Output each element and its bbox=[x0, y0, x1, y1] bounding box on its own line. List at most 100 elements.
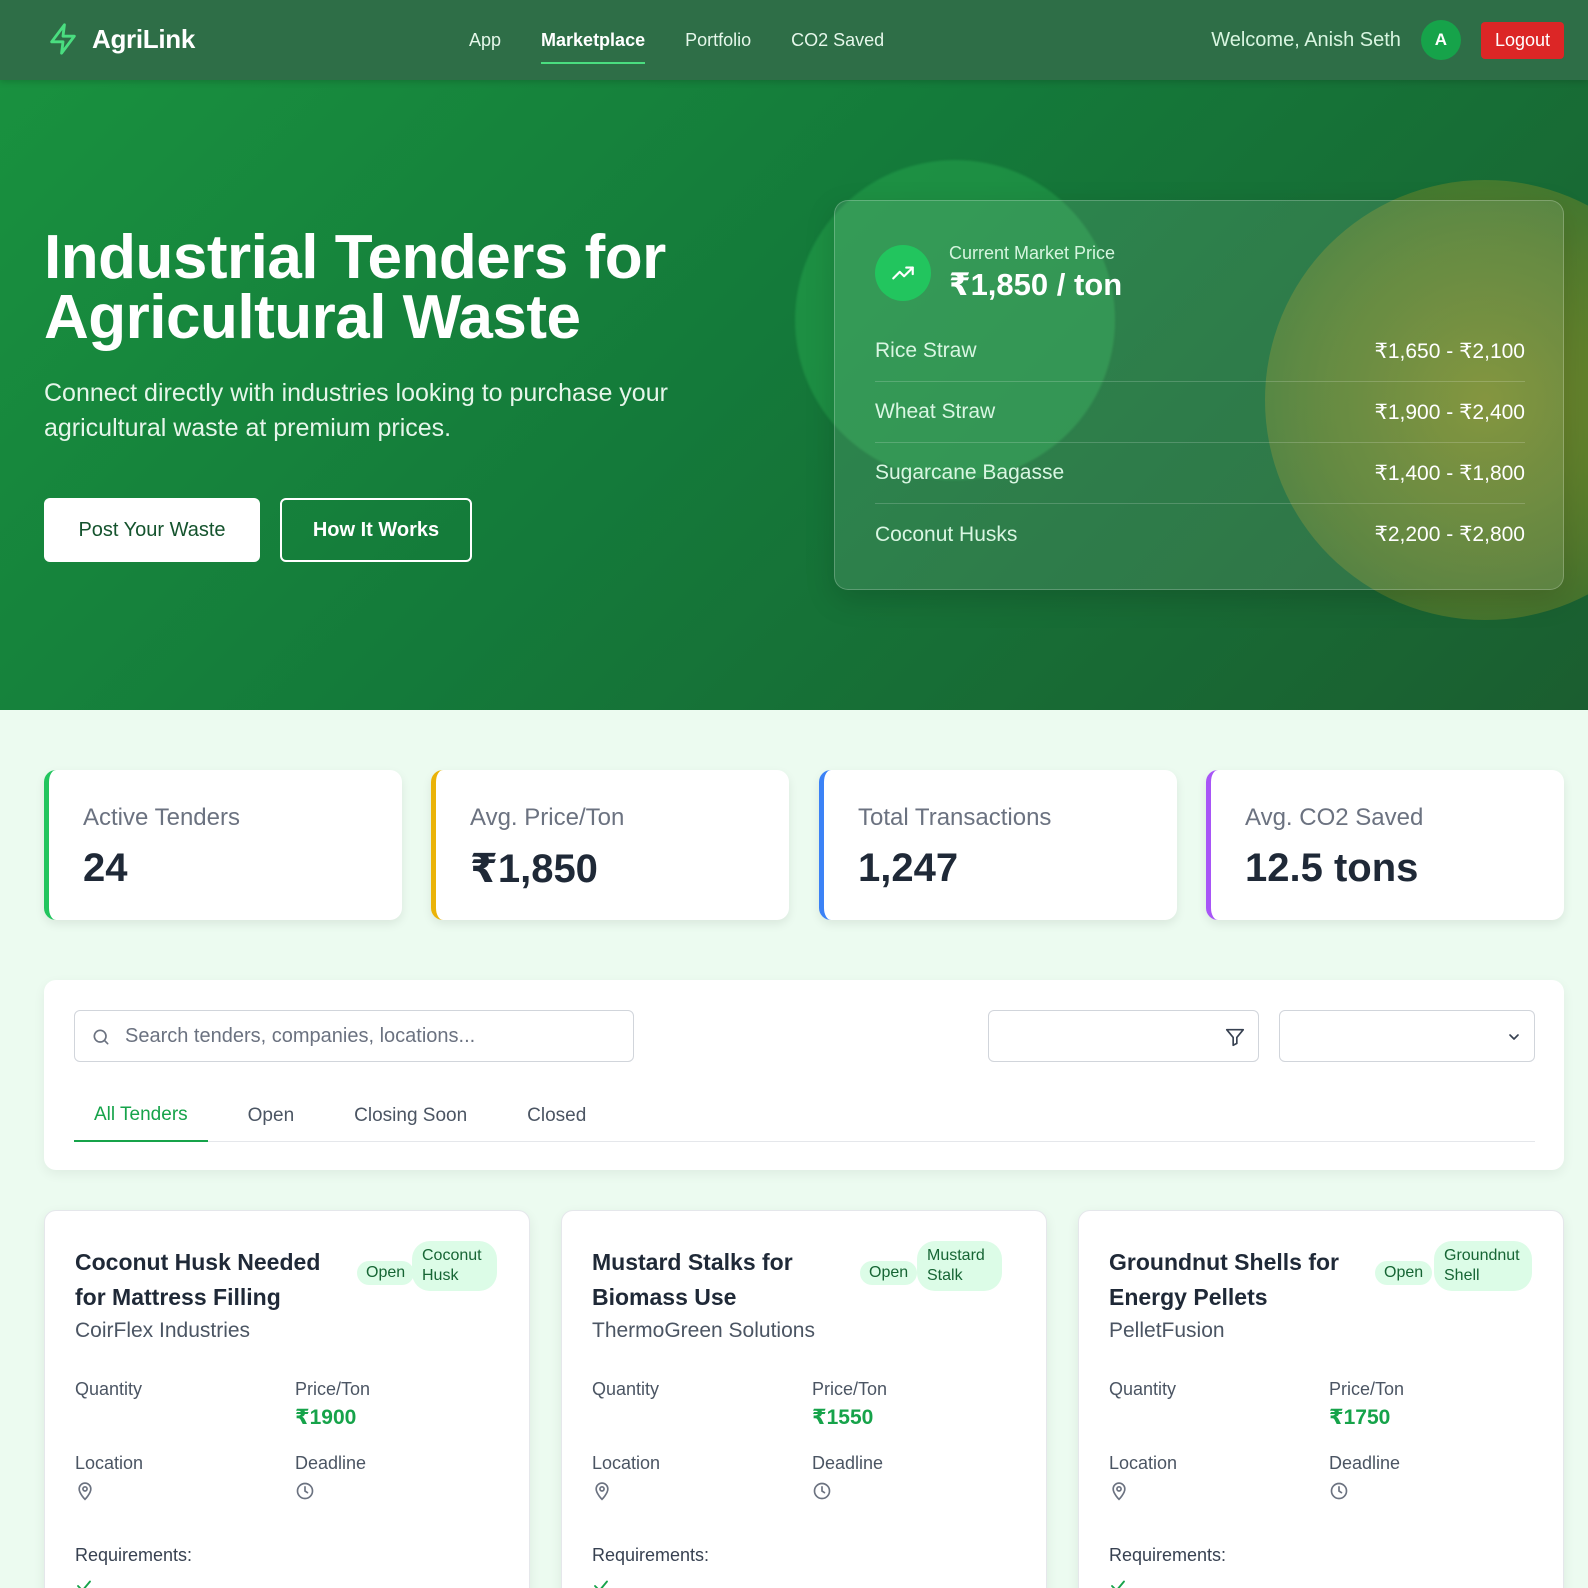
waste-type-badge: Coconut Husk bbox=[412, 1241, 497, 1291]
market-price-label: Current Market Price bbox=[949, 243, 1116, 263]
search-box[interactable] bbox=[74, 1010, 634, 1062]
brand[interactable]: AgriLink bbox=[46, 20, 195, 58]
stat-value: 24 bbox=[83, 846, 128, 890]
price-label: Price/Ton bbox=[812, 1379, 888, 1399]
stat-label: Avg. Price/Ton bbox=[470, 804, 625, 831]
status-badge: Open bbox=[1375, 1261, 1433, 1285]
search-icon bbox=[93, 1029, 109, 1045]
requirements-label: Requirements: bbox=[1109, 1545, 1227, 1565]
hero-title: Industrial Tenders for Agricultural Wast… bbox=[44, 223, 666, 352]
market-price-card: Current Market Price ₹1,850 / ton Rice S… bbox=[834, 200, 1564, 590]
tender-card[interactable]: Groundnut Shells for Energy Pellets Open… bbox=[1078, 1210, 1564, 1588]
stat-value: 12.5 tons bbox=[1245, 846, 1419, 890]
top-navbar: AgriLink App Marketplace Portfolio CO2 S… bbox=[0, 0, 1588, 80]
sort-select[interactable] bbox=[1279, 1010, 1535, 1062]
waste-type: Coconut Husks bbox=[875, 522, 1018, 546]
map-pin-icon bbox=[1112, 1482, 1126, 1501]
map-pin-icon bbox=[595, 1482, 609, 1501]
search-input[interactable] bbox=[125, 1011, 615, 1061]
price-value: ₹1550 bbox=[812, 1406, 874, 1429]
deadline-label: Deadline bbox=[295, 1453, 367, 1473]
brand-name: AgriLink bbox=[92, 23, 196, 54]
waste-type: Rice Straw bbox=[875, 339, 977, 362]
price-value: ₹1900 bbox=[295, 1406, 357, 1429]
location-label: Location bbox=[1109, 1453, 1178, 1473]
check-icon bbox=[1111, 1580, 1125, 1588]
price-range: ₹1,650 - ₹2,100 bbox=[1374, 339, 1526, 363]
tender-title: Coconut Husk Needed for Mattress Filling bbox=[75, 1249, 321, 1310]
quantity-label: Quantity bbox=[75, 1379, 143, 1399]
stat-card-total-transactions: Total Transactions 1,247 bbox=[819, 770, 1177, 920]
chevron-down-icon bbox=[1509, 1034, 1519, 1040]
price-range: ₹2,200 - ₹2,800 bbox=[1374, 523, 1526, 546]
location-label: Location bbox=[592, 1453, 661, 1473]
stat-label: Avg. CO2 Saved bbox=[1245, 804, 1424, 831]
post-waste-button[interactable]: Post Your Waste bbox=[44, 498, 260, 562]
price-row: Rice Straw ₹1,650 - ₹2,100 bbox=[875, 321, 1525, 382]
status-badge: Open bbox=[860, 1261, 918, 1285]
stat-label: Total Transactions bbox=[858, 804, 1052, 831]
price-label: Price/Ton bbox=[295, 1379, 371, 1399]
clock-icon bbox=[1330, 1482, 1348, 1500]
tab-all-tenders[interactable]: All Tenders bbox=[74, 1090, 208, 1142]
waste-type-badge: Mustard Stalk bbox=[917, 1241, 1002, 1291]
quantity-label: Quantity bbox=[1109, 1379, 1177, 1399]
requirements-label: Requirements: bbox=[75, 1545, 193, 1565]
location-label: Location bbox=[75, 1453, 144, 1473]
clock-icon bbox=[813, 1482, 831, 1500]
stat-value: ₹1,850 bbox=[470, 847, 598, 891]
tender-card[interactable]: Mustard Stalks for Biomass Use Open Must… bbox=[561, 1210, 1047, 1588]
price-row: Wheat Straw ₹1,900 - ₹2,400 bbox=[875, 382, 1525, 443]
waste-type: Wheat Straw bbox=[875, 400, 996, 423]
stat-card-active-tenders: Active Tenders 24 bbox=[44, 770, 402, 920]
stat-value: 1,247 bbox=[858, 846, 959, 890]
clock-icon bbox=[296, 1482, 314, 1500]
price-range-list: Rice Straw ₹1,650 - ₹2,100 Wheat Straw ₹… bbox=[875, 321, 1525, 565]
price-row: Sugarcane Bagasse ₹1,400 - ₹1,800 bbox=[875, 443, 1525, 504]
user-area: Welcome, Anish Seth A Logout bbox=[1211, 20, 1564, 60]
stat-label: Active Tenders bbox=[83, 804, 240, 831]
waste-type-badge: Groundnut Shell bbox=[1434, 1241, 1532, 1291]
tender-title: Mustard Stalks for Biomass Use bbox=[592, 1249, 793, 1310]
avatar[interactable]: A bbox=[1420, 20, 1461, 60]
map-pin-icon bbox=[78, 1482, 92, 1501]
price-range: ₹1,400 - ₹1,800 bbox=[1374, 461, 1526, 485]
nav-link-portfolio[interactable]: Portfolio bbox=[665, 0, 771, 80]
tab-closing-soon[interactable]: Closing Soon bbox=[334, 1090, 487, 1142]
logout-button[interactable]: Logout bbox=[1480, 21, 1564, 59]
how-it-works-button[interactable]: How It Works bbox=[280, 498, 472, 562]
deadline-label: Deadline bbox=[812, 1453, 884, 1473]
trending-up-icon bbox=[875, 245, 931, 301]
nav-link-app[interactable]: App bbox=[449, 0, 521, 80]
stat-card-avg-price: Avg. Price/Ton ₹1,850 bbox=[431, 770, 789, 920]
deadline-label: Deadline bbox=[1329, 1453, 1401, 1473]
nav-link-co2-saved[interactable]: CO2 Saved bbox=[771, 0, 904, 80]
check-icon bbox=[594, 1580, 608, 1588]
welcome-text: Welcome, Anish Seth bbox=[1211, 28, 1401, 51]
price-label: Price/Ton bbox=[1329, 1379, 1405, 1399]
filter-panel: All Tenders Open Closing Soon Closed bbox=[44, 980, 1564, 1170]
price-row: Coconut Husks ₹2,200 - ₹2,800 bbox=[875, 504, 1525, 565]
tab-closed[interactable]: Closed bbox=[507, 1090, 606, 1142]
tender-title: Groundnut Shells for Energy Pellets bbox=[1109, 1249, 1339, 1310]
hero-subtitle: Connect directly with industries looking… bbox=[44, 379, 668, 442]
price-range: ₹1,900 - ₹2,400 bbox=[1374, 400, 1526, 424]
waste-type: Sugarcane Bagasse bbox=[875, 461, 1065, 484]
tab-open[interactable]: Open bbox=[228, 1090, 314, 1142]
nav-link-marketplace[interactable]: Marketplace bbox=[521, 0, 665, 80]
company-name: ThermoGreen Solutions bbox=[592, 1319, 815, 1342]
market-price-value: ₹1,850 / ton bbox=[949, 267, 1123, 302]
status-badge: Open bbox=[357, 1261, 415, 1285]
status-tabs: All Tenders Open Closing Soon Closed bbox=[74, 1090, 1535, 1142]
requirements-label: Requirements: bbox=[592, 1545, 710, 1565]
tender-card[interactable]: Coconut Husk Needed for Mattress Filling… bbox=[44, 1210, 530, 1588]
nav-links: App Marketplace Portfolio CO2 Saved bbox=[449, 0, 904, 80]
hero-section: Industrial Tenders for Agricultural Wast… bbox=[0, 80, 1588, 710]
filter-select[interactable] bbox=[988, 1010, 1259, 1062]
filter-icon bbox=[1225, 1028, 1245, 1047]
company-name: PelletFusion bbox=[1109, 1319, 1225, 1342]
lightning-icon bbox=[50, 23, 76, 55]
stat-card-avg-co2: Avg. CO2 Saved 12.5 tons bbox=[1206, 770, 1564, 920]
quantity-label: Quantity bbox=[592, 1379, 660, 1399]
price-value: ₹1750 bbox=[1329, 1406, 1391, 1429]
